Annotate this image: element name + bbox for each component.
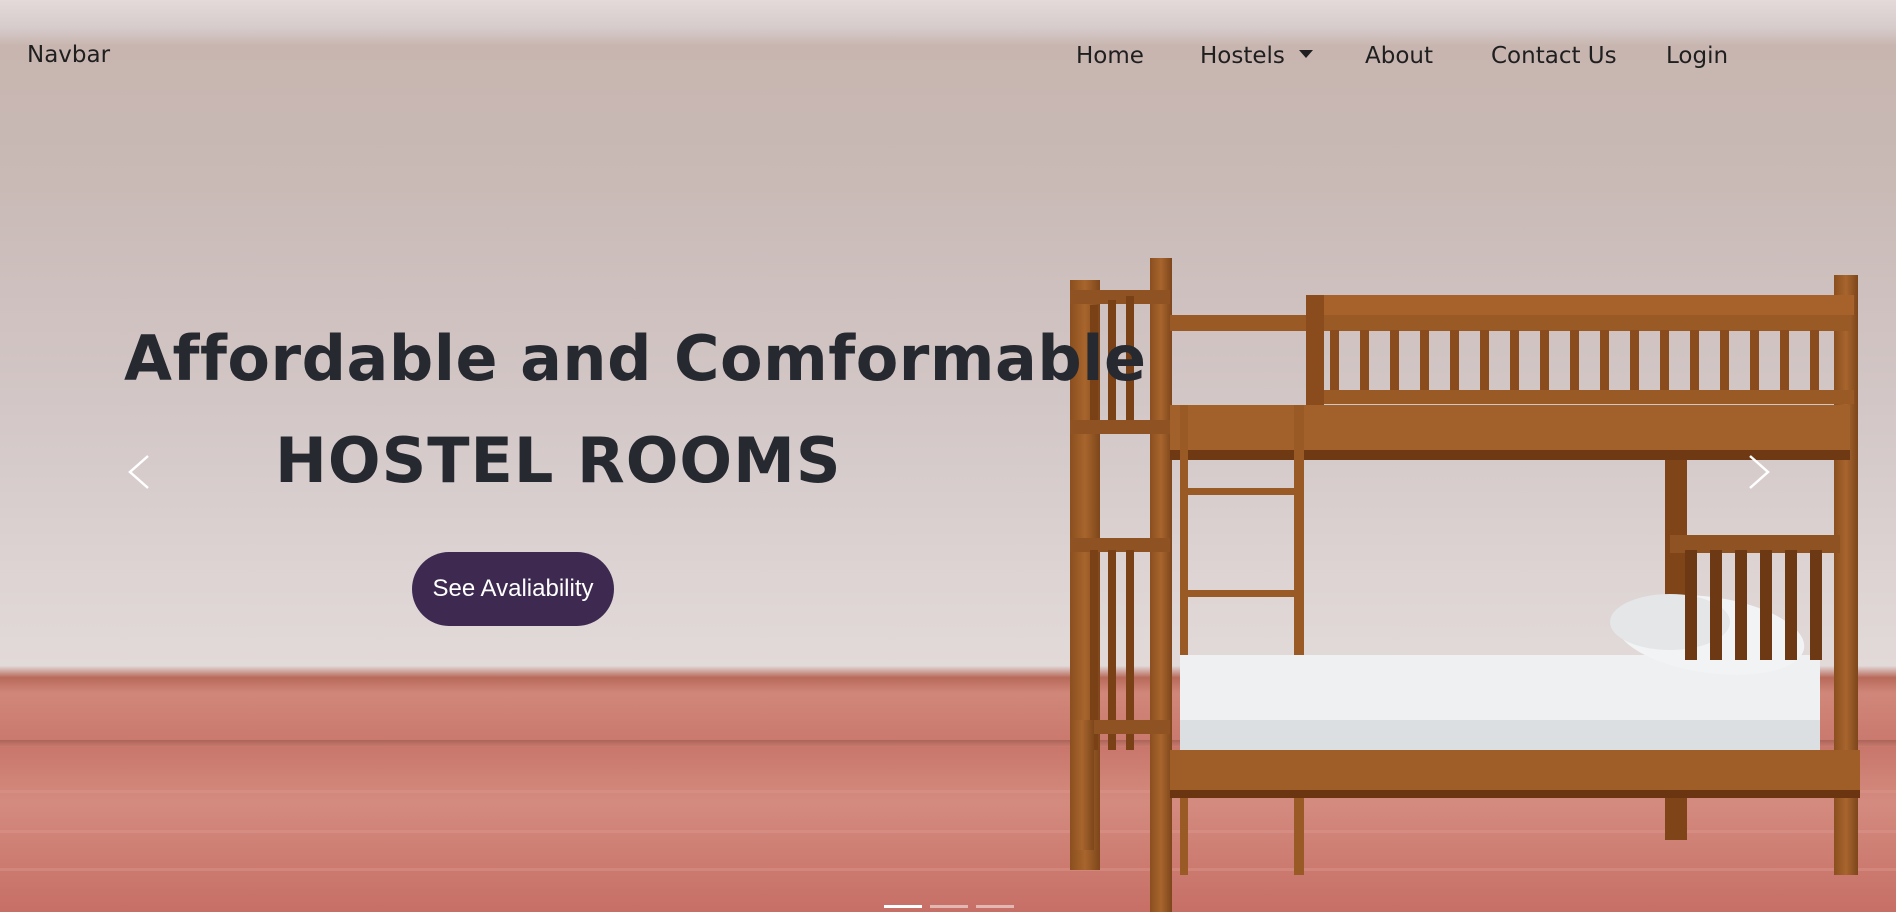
carousel-indicator-3[interactable]	[976, 905, 1014, 908]
nav-link-login[interactable]: Login	[1666, 43, 1728, 69]
carousel-prev-icon[interactable]	[122, 452, 162, 492]
carousel-indicators	[884, 905, 1014, 909]
navbar-brand[interactable]: Navbar	[27, 42, 110, 68]
nav-link-contact[interactable]: Contact Us	[1491, 43, 1617, 69]
hero-carousel: Navbar Home Hostels About Contact Us Log…	[0, 0, 1896, 912]
see-availability-button[interactable]: See Avaliability	[412, 552, 614, 626]
carousel-next-icon[interactable]	[1736, 452, 1776, 492]
carousel-indicator-1[interactable]	[884, 905, 922, 908]
navbar: Navbar Home Hostels About Contact Us Log…	[0, 36, 1896, 76]
nav-link-hostels[interactable]: Hostels	[1200, 43, 1313, 69]
bunk-bed-icon	[1070, 258, 1860, 912]
nav-link-home[interactable]: Home	[1076, 43, 1144, 69]
nav-link-hostels-label: Hostels	[1200, 43, 1285, 69]
hero-headline: Affordable and Comformable	[124, 322, 1147, 395]
hero-subheadline: HOSTEL ROOMS	[275, 424, 842, 497]
caret-down-icon	[1298, 49, 1313, 58]
nav-link-about[interactable]: About	[1365, 43, 1433, 69]
carousel-indicator-2[interactable]	[930, 905, 968, 908]
